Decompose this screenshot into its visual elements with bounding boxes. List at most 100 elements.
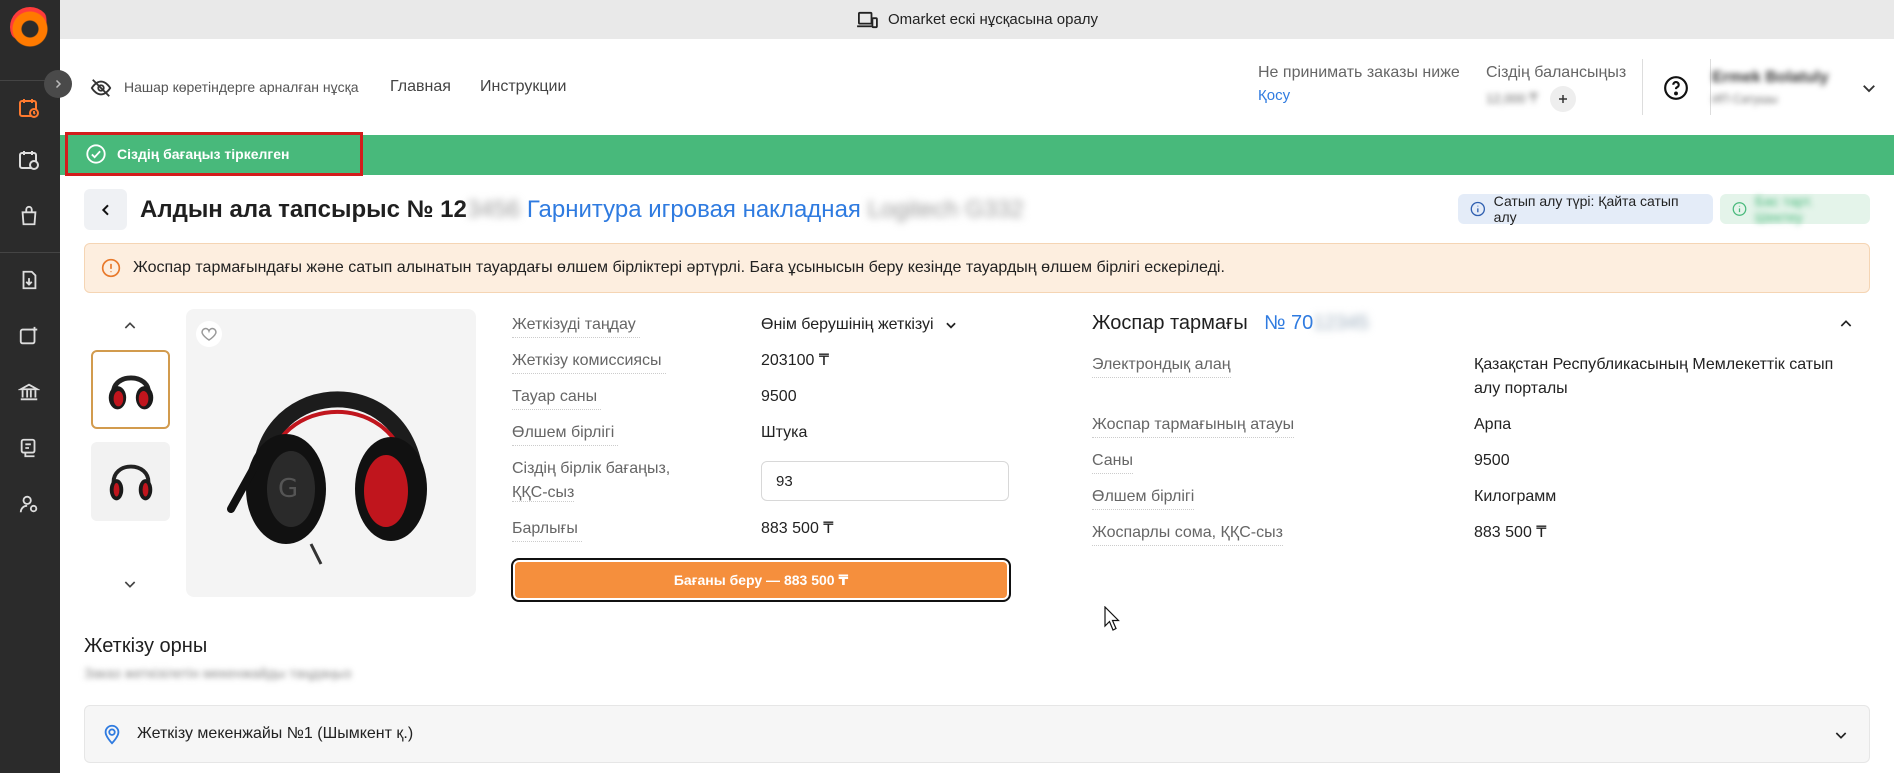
plan-amount-label: Жоспарлы сома, ҚҚС-сыз (1092, 521, 1283, 546)
plan-collapse-button[interactable] (1834, 312, 1858, 336)
sidebar-profile-settings-icon[interactable] (15, 490, 43, 518)
old-version-banner[interactable]: Omarket ескі нұсқасына оралу (60, 0, 1894, 39)
plan-unit-label-text: Өлшем бірлігі (1092, 485, 1195, 510)
quantity-value: 9500 (761, 388, 797, 405)
warning-icon (101, 258, 121, 278)
headset-thumbnail-image (108, 375, 153, 409)
mouse-cursor-icon (1104, 606, 1120, 631)
info-icon (1470, 201, 1486, 217)
plan-number-link[interactable]: № 7012345 (1264, 312, 1369, 335)
delivery-choice-select[interactable]: Өнім берушінің жеткізуі (761, 313, 958, 337)
old-version-link[interactable]: Omarket ескі нұсқасына оралу (888, 11, 1098, 28)
chevron-down-icon (1835, 732, 1847, 739)
chevron-down-icon (124, 581, 136, 588)
delivery-choice-label: Жеткізуді таңдау (512, 313, 640, 338)
back-button[interactable] (84, 189, 127, 230)
chevron-right-icon (55, 79, 62, 89)
omarket-logo[interactable] (10, 7, 50, 47)
nav-instructions-link[interactable]: Инструкции (480, 78, 566, 96)
plan-quantity-label: Саны (1092, 449, 1133, 474)
unit-label: Өлшем бірлігі (512, 421, 619, 446)
plan-unit-value: Килограмм (1474, 488, 1557, 505)
plan-item-name-label-text: Жоспар тармағының атауы (1092, 413, 1295, 438)
total-label: Барлығы (512, 517, 582, 542)
product-model-hidden: Logitech G332 (867, 196, 1024, 223)
delivery-address-accordion[interactable]: Жеткізу мекенжайы №1 (Шымкент қ.) (84, 705, 1870, 763)
accessibility-link[interactable]: Нашар көретіндерге арналған нұсқа (124, 79, 359, 95)
header-divider (1710, 59, 1711, 115)
gallery-thumbnail[interactable] (91, 350, 170, 429)
plan-platform-label: Электрондық алаң (1092, 353, 1231, 378)
plan-item-name-value: Арпа (1474, 416, 1512, 433)
gallery-thumbnail[interactable] (91, 442, 170, 521)
user-name[interactable]: Ermek Bolatuly (1712, 69, 1828, 87)
product-main-image: G (186, 309, 476, 597)
warning-text: Жоспар тармағындағы және сатып алынатын … (133, 259, 1225, 276)
plan-number-hidden: 12345 (1313, 312, 1369, 334)
chevron-down-icon[interactable] (1860, 79, 1878, 97)
plan-amount-label-text: Жоспарлы сома, ҚҚС-сыз (1092, 521, 1283, 546)
device-switch-icon (857, 11, 878, 28)
chevron-up-icon (124, 322, 136, 329)
headset-thumbnail-image (109, 464, 152, 500)
sidebar-import-icon[interactable] (15, 266, 43, 294)
plus-icon (1559, 95, 1567, 103)
balance-value: 12,000 ₸ (1486, 91, 1538, 106)
unit-price-label-line2: ҚҚС-сыз (512, 484, 575, 502)
unit-value: Штука (761, 424, 808, 441)
success-message: Сіздің бағаңыз тіркелген (117, 146, 290, 162)
quantity-label: Тауар саны (512, 385, 602, 410)
chevron-down-icon (946, 322, 956, 329)
sidebar-expand-button[interactable] (44, 70, 72, 98)
user-role: ИП Сатушы (1712, 92, 1778, 106)
plan-amount-value: 883 500 ₸ (1474, 524, 1547, 541)
sidebar-orders-icon[interactable] (15, 94, 43, 122)
plan-title: Жоспар тармағы (1092, 312, 1248, 334)
delivery-section-subtitle: Заказ жеткізілетін мекенжайды таңдаңыз (84, 665, 352, 681)
sidebar-catalog-icon[interactable] (15, 146, 43, 174)
gallery-down-button[interactable] (118, 572, 142, 596)
plan-platform-value: Қазақстан Республикасының Мемлекеттік са… (1474, 356, 1834, 397)
submit-price-button[interactable]: Бағаны беру — 883 500 ₸ (511, 558, 1011, 602)
nav-main-link[interactable]: Главная (390, 78, 451, 96)
delivery-section-title: Жеткізу орны (84, 635, 208, 657)
gallery-up-button[interactable] (118, 314, 142, 338)
sidebar (0, 0, 60, 773)
plan-platform-label-text: Электрондық алаң (1092, 353, 1231, 378)
status-chip-text: Бас тарт. Шектеу (1755, 193, 1814, 225)
delivery-choice-value: Өнім берушінің жеткізуі (761, 316, 934, 333)
unit-price-input[interactable] (761, 461, 1009, 501)
purchase-type-chip: Сатып алу түрі: Қайта сатып алу (1458, 193, 1713, 225)
check-circle-icon (86, 144, 106, 164)
unit-price-label-line1: Сіздің бірлік бағаңыз, (512, 460, 671, 477)
unit-warning-banner: Жоспар тармағындағы және сатып алынатын … (84, 243, 1870, 293)
success-message-box: Сіздің бағаңыз тіркелген (65, 132, 363, 176)
purchase-type-text: Сатып алу түрі: Қайта сатып алу (1493, 193, 1679, 225)
top-up-balance-button[interactable] (1550, 86, 1576, 112)
plan-number: № 70 (1264, 312, 1314, 334)
chevron-left-icon (101, 204, 109, 215)
delivery-commission-label: Жеткізу комиссиясы (512, 349, 666, 374)
sidebar-reviews-icon[interactable] (15, 434, 43, 462)
svg-text:G: G (278, 474, 298, 504)
help-icon[interactable] (1663, 75, 1689, 101)
delivery-address-text: Жеткізу мекенжайы №1 (Шымкент қ.) (137, 725, 414, 742)
header-divider (1642, 59, 1643, 115)
product-name-link[interactable]: Гарнитура игровая накладная (527, 196, 861, 223)
delivery-expand-toggle[interactable] (1829, 723, 1853, 747)
plan-unit-label: Өлшем бірлігі (1092, 485, 1195, 510)
sidebar-add-product-icon[interactable] (15, 322, 43, 350)
chevron-up-icon (1840, 320, 1852, 327)
min-order-label: Не принимать заказы ниже (1258, 64, 1460, 81)
sidebar-bank-icon[interactable] (15, 378, 43, 406)
plan-quantity-value: 9500 (1474, 452, 1510, 469)
sidebar-bag-icon[interactable] (15, 202, 43, 230)
sidebar-divider (0, 252, 60, 253)
balance-label: Сіздің балансыңыз (1486, 64, 1627, 81)
status-chip: Бас тарт. Шектеу (1720, 193, 1870, 225)
plan-quantity-label-text: Саны (1092, 449, 1133, 474)
location-pin-icon (104, 724, 120, 745)
eye-off-icon[interactable] (90, 77, 112, 99)
min-order-add-link[interactable]: Қосу (1258, 87, 1290, 104)
headset-image: G (227, 391, 427, 565)
